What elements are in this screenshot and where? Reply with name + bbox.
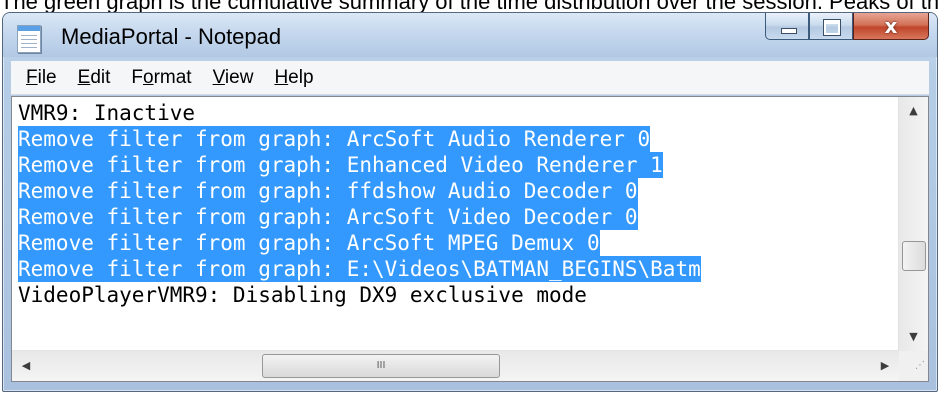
menu-item-view[interactable]: View (204, 64, 266, 92)
line-text: Remove filter from graph: ArcSoft Audio … (18, 126, 651, 152)
menu-accelerator-key: E (77, 66, 91, 88)
menu-accelerator-key: H (274, 66, 289, 88)
text-line[interactable]: VideoPlayerVMR9: Disabling DX9 exclusive… (12, 282, 899, 308)
menu-label-part: F (131, 66, 143, 88)
title-bar[interactable]: MediaPortal - Notepad x (3, 13, 937, 57)
text-line[interactable]: VMR9: Inactive (12, 100, 899, 126)
menu-label-part: ile (37, 66, 57, 88)
scroll-left-arrow-icon[interactable]: ◀ (12, 351, 40, 381)
text-content-area[interactable]: VMR9: Inactive Remove filter from graph: … (12, 97, 899, 351)
text-editor[interactable]: VMR9: Inactive Remove filter from graph: … (11, 96, 929, 382)
resize-grip-icon[interactable]: ⋰ (899, 351, 928, 381)
scroll-right-arrow-icon[interactable]: ▶ (871, 351, 899, 381)
thumb-grip-icon: III (376, 360, 386, 371)
menu-label-part: elp (288, 66, 314, 88)
maximize-button[interactable] (809, 13, 853, 40)
window-controls: x (765, 13, 929, 41)
menu-accelerator-key: F (26, 66, 38, 88)
notepad-icon[interactable] (17, 25, 41, 53)
selected-text-line[interactable]: Remove filter from graph: ArcSoft Video … (12, 204, 899, 230)
menu-item-format[interactable]: Format (122, 64, 203, 92)
line-text: VideoPlayerVMR9: Disabling DX9 exclusive… (18, 283, 587, 307)
selected-text-line[interactable]: Remove filter from graph: ffdshow Audio … (12, 178, 899, 204)
line-text: Remove filter from graph: ffdshow Audio … (18, 178, 638, 204)
menu-accelerator-key: o (143, 66, 154, 88)
selected-text-line[interactable]: Remove filter from graph: ArcSoft Audio … (12, 126, 899, 152)
window-title: MediaPortal - Notepad (61, 24, 282, 49)
maximize-icon (823, 19, 841, 36)
menu-bar: File Edit Format View Help (11, 61, 929, 95)
menu-label-part: iew (224, 66, 254, 88)
menu-item-edit[interactable]: Edit (69, 64, 123, 92)
menu-label-part: dit (90, 66, 111, 88)
close-button[interactable]: x (853, 13, 929, 40)
notepad-window: MediaPortal - Notepad x File Edit Format Vi… (2, 12, 938, 392)
line-text: Remove filter from graph: ArcSoft Video … (18, 204, 638, 230)
selected-text-line[interactable]: Remove filter from graph: Enhanced Video… (12, 152, 899, 178)
line-text: Remove filter from graph: Enhanced Video… (18, 152, 663, 178)
line-text: Remove filter from graph: E:\Videos\BATM… (18, 256, 701, 282)
selected-text-line[interactable]: Remove filter from graph: E:\Videos\BATM… (12, 256, 899, 282)
scroll-down-arrow-icon[interactable]: ▼ (899, 323, 928, 351)
minimize-button[interactable] (765, 13, 809, 40)
vertical-scrollbar[interactable]: ▲ ▼ (898, 97, 928, 351)
menu-label-part: rmat (153, 66, 192, 88)
menu-item-file[interactable]: File (17, 64, 69, 92)
horizontal-scrollbar[interactable]: ◀ III ▶ (12, 350, 899, 381)
menu-accelerator-key: V (212, 66, 225, 88)
horizontal-scroll-thumb[interactable]: III (262, 354, 500, 378)
vertical-scroll-thumb[interactable] (902, 241, 926, 271)
close-icon: x (884, 14, 898, 38)
selected-text-line[interactable]: Remove filter from graph: ArcSoft MPEG D… (12, 230, 899, 256)
menu-item-help[interactable]: Help (265, 64, 325, 92)
scroll-up-arrow-icon[interactable]: ▲ (899, 97, 928, 125)
minimize-icon (781, 28, 797, 34)
line-text: VMR9: Inactive (18, 101, 196, 125)
line-text: Remove filter from graph: ArcSoft MPEG D… (18, 230, 600, 256)
